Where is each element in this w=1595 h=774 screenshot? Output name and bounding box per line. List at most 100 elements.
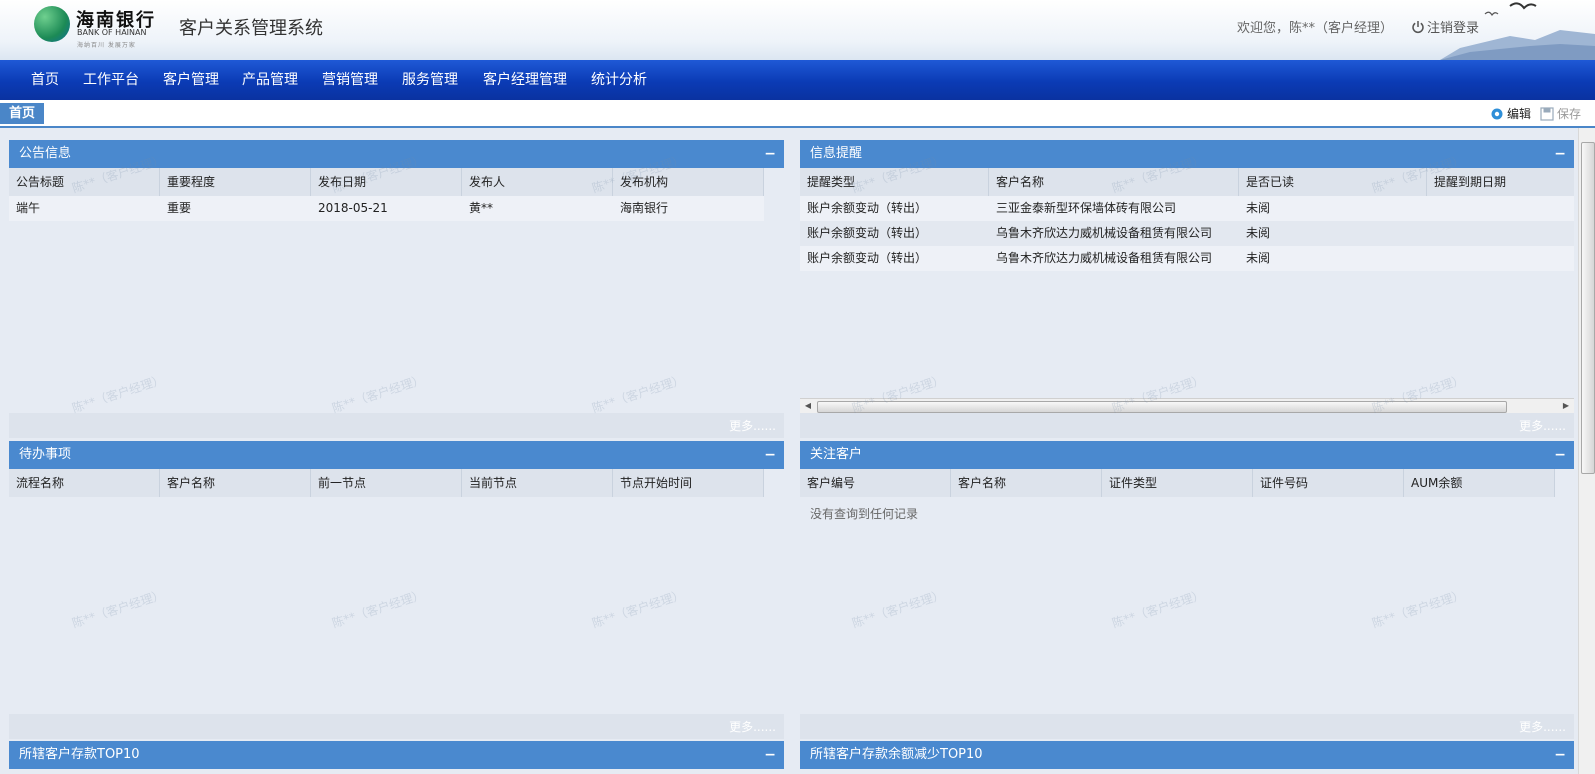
tab-bar: 首页 编辑 保存 [0,100,1595,128]
table-cell: 账户余额变动（转出） [807,201,928,215]
column-header[interactable]: 发布日期 [311,168,462,196]
horizontal-scrollbar[interactable]: ◀ ▶ [800,398,1574,413]
grid-header: 流程名称 客户名称 前一节点 当前节点 节点开始时间 [9,469,764,497]
table-cell: 重要 [167,201,192,215]
column-header[interactable]: 客户名称 [160,469,311,497]
nav-home[interactable]: 首页 [31,60,59,100]
save-label: 保存 [1557,107,1582,121]
column-header[interactable]: AUM余额 [1404,469,1555,497]
more-link[interactable]: 更多...... [729,417,776,434]
column-header[interactable]: 发布人 [462,168,613,196]
table-row[interactable]: 账户余额变动（转出） 三亚金泰新型环保墙体砖有限公司 未阅 [800,196,1574,221]
system-title: 客户关系管理系统 [179,18,323,39]
collapse-button[interactable]: − [764,140,776,168]
table-row[interactable]: 端午 重要 2018-05-21 黄** 海南银行 [9,196,764,221]
more-link[interactable]: 更多...... [1519,718,1566,735]
decrease-top10-panel: 所辖客户存款余额减少TOP10 − [800,741,1574,774]
column-header[interactable]: 节点开始时间 [613,469,764,497]
column-header[interactable]: 客户编号 [800,469,951,497]
column-header[interactable]: 是否已读 [1239,168,1427,196]
mountain-bird-decoration [1440,2,1595,60]
todo-title: 待办事项 [19,447,72,462]
table-cell: 2018-05-21 [318,201,388,215]
bank-logo-icon [34,6,70,42]
table-cell: 未阅 [1246,201,1271,215]
column-header[interactable]: 流程名称 [9,469,160,497]
table-row[interactable]: 账户余额变动（转出） 乌鲁木齐欣达力威机械设备租赁有限公司 未阅 [800,246,1574,271]
followed-customers-panel: 关注客户 − 客户编号 客户名称 证件类型 证件号码 AUM余额 没有查询到任何记录 更… [800,441,1574,739]
more-link[interactable]: 更多...... [1519,417,1566,434]
panel-title: 公告信息 − [9,140,784,168]
deposit-top10-title: 所辖客户存款TOP10 [19,747,140,762]
followed-grid: 客户编号 客户名称 证件类型 证件号码 AUM余额 没有查询到任何记录 [800,469,1574,714]
nav-service-mgmt[interactable]: 服务管理 [402,60,458,100]
collapse-button[interactable]: − [1554,441,1566,469]
column-header[interactable]: 客户名称 [989,168,1239,196]
bank-logo: 海南银行 BANK OF HAINAN 海纳百川 发展万家 [34,4,169,52]
followed-title: 关注客户 [810,447,863,462]
more-link[interactable]: 更多...... [729,718,776,735]
table-cell [1427,196,1574,221]
column-header[interactable]: 前一节点 [311,469,462,497]
table-cell: 未阅 [1246,226,1271,240]
save-icon [1540,107,1554,121]
tab-home[interactable]: 首页 [0,103,45,124]
column-header[interactable]: 提醒到期日期 [1427,168,1574,196]
panel-footer: 更多...... [800,714,1574,739]
todo-grid: 流程名称 客户名称 前一节点 当前节点 节点开始时间 [9,469,784,714]
table-row[interactable]: 账户余额变动（转出） 乌鲁木齐欣达力威机械设备租赁有限公司 未阅 [800,221,1574,246]
column-header[interactable]: 公告标题 [9,168,160,196]
announcements-panel: 公告信息 − 公告标题 重要程度 发布日期 发布人 发布机构 端午 重要 2018-05-2… [9,140,784,438]
edit-label: 编辑 [1507,107,1532,121]
panel-title: 待办事项 − [9,441,784,469]
column-header[interactable]: 当前节点 [462,469,613,497]
grid-header: 客户编号 客户名称 证件类型 证件号码 AUM余额 [800,469,1555,497]
deposit-top10-panel: 所辖客户存款TOP10 − [9,741,784,774]
table-cell: 三亚金泰新型环保墙体砖有限公司 [996,201,1177,215]
bank-name-en: BANK OF HAINAN [77,28,147,37]
scroll-right-icon[interactable]: ▶ [1561,401,1571,411]
nav-product-mgmt[interactable]: 产品管理 [242,60,298,100]
scroll-thumb[interactable] [1581,142,1595,474]
table-cell: 黄** [469,201,494,215]
table-cell [1427,246,1574,271]
grid-header: 公告标题 重要程度 发布日期 发布人 发布机构 [9,168,764,196]
edit-button[interactable]: 编辑 [1490,105,1531,122]
collapse-button[interactable]: − [1554,140,1566,168]
panel-footer: 更多...... [800,413,1574,438]
panel-title: 所辖客户存款TOP10 − [9,741,784,769]
column-header[interactable]: 客户名称 [951,469,1102,497]
nav-customer-mgmt[interactable]: 客户管理 [163,60,219,100]
reminders-title: 信息提醒 [810,146,863,161]
column-header[interactable]: 发布机构 [613,168,764,196]
reminders-panel: 信息提醒 − 提醒类型 客户名称 是否已读 提醒到期日期 账户余额变动（转出） 三亚金泰… [800,140,1574,438]
collapse-button[interactable]: − [1554,741,1566,769]
save-button[interactable]: 保存 [1540,105,1581,122]
welcome-text: 欢迎您，陈**（客户经理） [1237,21,1394,36]
table-cell: 端午 [16,201,41,215]
page-vertical-scrollbar[interactable] [1578,128,1595,774]
scroll-left-icon[interactable]: ◀ [803,401,813,411]
nav-workbench[interactable]: 工作平台 [83,60,139,100]
collapse-button[interactable]: − [764,441,776,469]
table-cell: 乌鲁木齐欣达力威机械设备租赁有限公司 [996,226,1213,240]
announcements-grid: 公告标题 重要程度 发布日期 发布人 发布机构 端午 重要 2018-05-21 黄** 海南银… [9,168,784,413]
collapse-button[interactable]: − [764,741,776,769]
decrease-top10-title: 所辖客户存款余额减少TOP10 [810,747,983,762]
column-header[interactable]: 重要程度 [160,168,311,196]
column-header[interactable]: 证件类型 [1102,469,1253,497]
nav-statistics[interactable]: 统计分析 [591,60,647,100]
todo-panel: 待办事项 − 流程名称 客户名称 前一节点 当前节点 节点开始时间 更多...... [9,441,784,739]
scroll-thumb[interactable] [817,401,1507,413]
panel-title: 信息提醒 − [800,140,1574,168]
table-cell: 账户余额变动（转出） [807,251,928,265]
column-header[interactable]: 提醒类型 [800,168,989,196]
table-cell [1427,221,1574,246]
main-nav: 首页 工作平台 客户管理 产品管理 营销管理 服务管理 客户经理管理 统计分析 [0,60,1595,100]
nav-manager-mgmt[interactable]: 客户经理管理 [483,60,567,100]
nav-marketing-mgmt[interactable]: 营销管理 [322,60,378,100]
power-icon [1412,21,1424,34]
column-header[interactable]: 证件号码 [1253,469,1404,497]
gear-icon [1491,108,1503,120]
panel-title: 所辖客户存款余额减少TOP10 − [800,741,1574,769]
